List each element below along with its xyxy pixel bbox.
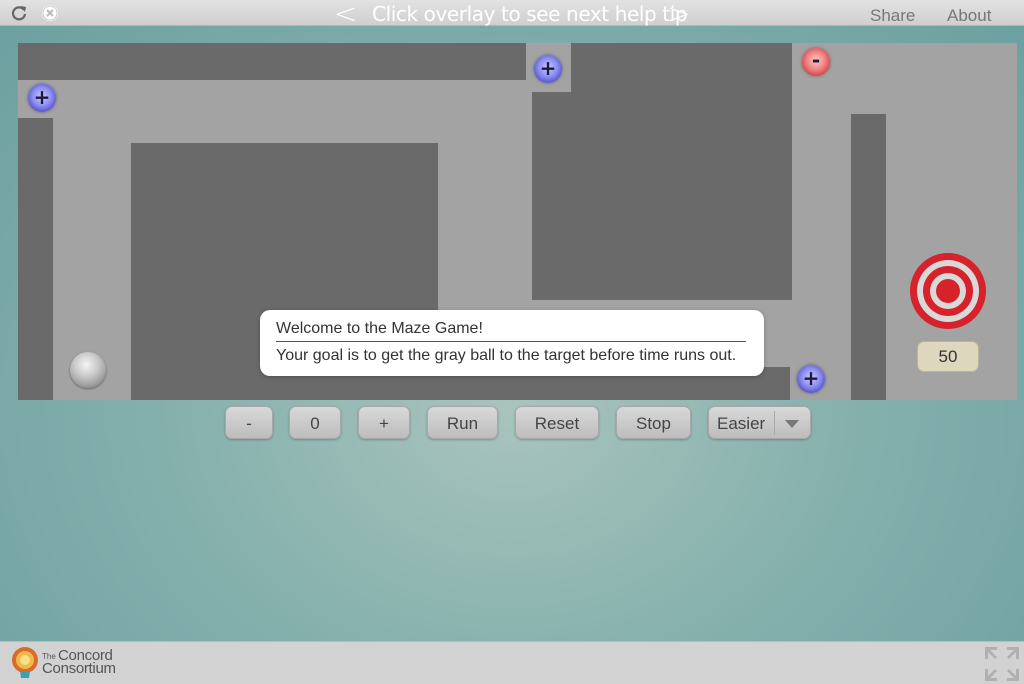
run-button[interactable]: Run xyxy=(427,406,498,439)
about-link[interactable]: About xyxy=(947,6,991,26)
reset-button[interactable]: Reset xyxy=(515,406,599,439)
concord-logo-icon xyxy=(12,647,38,678)
plus-pin[interactable]: + xyxy=(797,365,825,393)
plus-pin[interactable]: + xyxy=(28,84,56,112)
fullscreen-icon[interactable] xyxy=(985,647,1019,681)
reload-icon[interactable] xyxy=(10,4,28,22)
dropdown-divider xyxy=(774,411,775,435)
score-display: 50 xyxy=(917,341,979,372)
share-link[interactable]: Share xyxy=(870,6,915,26)
gray-ball[interactable] xyxy=(70,352,106,388)
previous-tip-button[interactable]: < xyxy=(334,0,357,30)
stop-button[interactable]: Stop xyxy=(616,406,691,439)
difficulty-select[interactable]: Easier xyxy=(708,406,811,439)
help-tip-text[interactable]: Click overlay to see next help tip xyxy=(372,2,688,26)
maze-wall xyxy=(532,92,572,300)
maze-wall xyxy=(18,118,53,400)
welcome-overlay[interactable]: Welcome to the Maze Game! Your goal is t… xyxy=(260,310,764,376)
decrease-button[interactable]: - xyxy=(225,406,273,439)
footer-bar: The Concord Consortium xyxy=(0,641,1024,684)
close-icon[interactable] xyxy=(42,5,58,21)
top-bar: < Click overlay to see next help tip > S… xyxy=(0,0,1024,30)
overlay-title: Welcome to the Maze Game! xyxy=(276,320,746,342)
maze-wall xyxy=(571,43,792,300)
plus-pin[interactable]: + xyxy=(534,55,562,83)
target-icon xyxy=(910,253,986,329)
overlay-body: Your goal is to get the gray ball to the… xyxy=(276,347,737,364)
maze-wall xyxy=(851,114,886,400)
maze-wall xyxy=(18,43,526,80)
increase-button[interactable]: + xyxy=(358,406,410,439)
logo-consortium: Consortium xyxy=(42,660,116,677)
value-display-button[interactable]: 0 xyxy=(289,406,341,439)
next-tip-button[interactable]: > xyxy=(667,0,690,30)
difficulty-selected-value: Easier xyxy=(717,414,766,433)
chevron-down-icon xyxy=(785,420,799,428)
minus-pin[interactable]: - xyxy=(802,48,830,76)
